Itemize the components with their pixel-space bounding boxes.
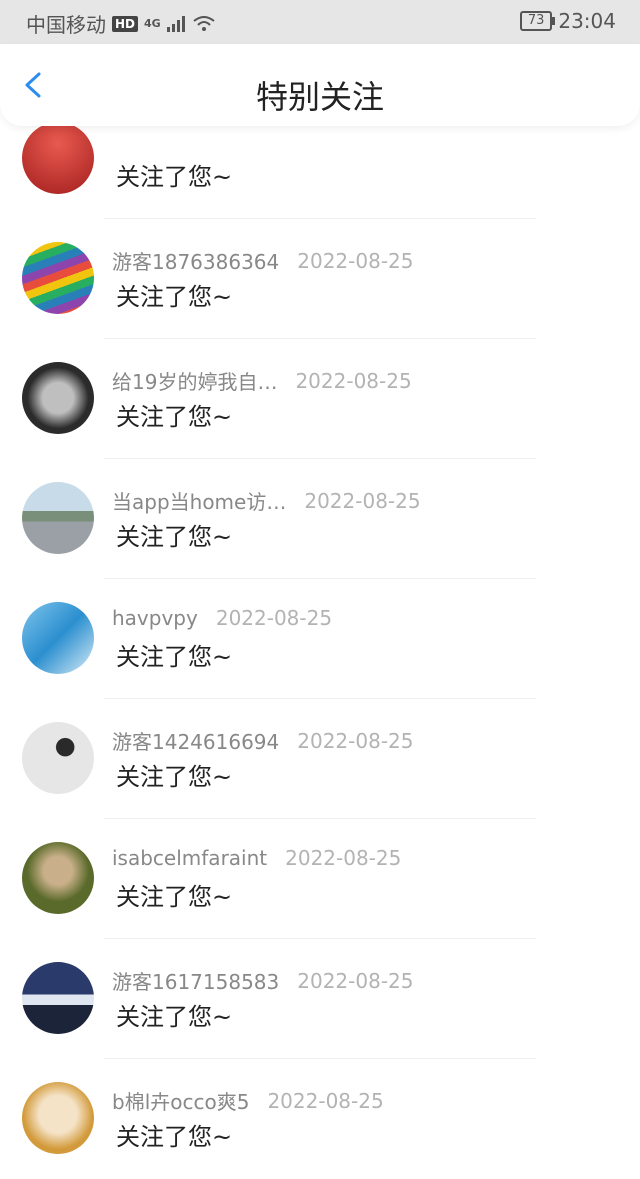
list-item[interactable]: 游客1424616694 2022-08-25 关注了您~ <box>0 699 640 819</box>
list-item[interactable]: 游客1876386364 2022-08-25 关注了您~ <box>0 219 640 339</box>
clock-label: 23:04 <box>558 9 616 33</box>
avatar[interactable] <box>22 242 94 314</box>
battery-icon: 73 <box>519 11 555 31</box>
date-label: 2022-08-25 <box>285 846 402 870</box>
status-bar: 中国移动 HD 4G 73 23:04 <box>0 0 640 44</box>
avatar[interactable] <box>22 962 94 1034</box>
message-text: 关注了您~ <box>116 403 233 431</box>
avatar[interactable] <box>22 722 94 794</box>
message-text: 关注了您~ <box>116 643 233 671</box>
username: 给19岁的婷我自… <box>112 370 278 394</box>
message-text: 关注了您~ <box>116 283 233 311</box>
date-label: 2022-08-25 <box>215 606 333 630</box>
list-item[interactable]: isabcelmfaraint 2022-08-25 关注了您~ <box>0 819 640 939</box>
username: havpvpy <box>112 606 198 630</box>
message-text: 关注了您~ <box>116 1003 233 1031</box>
list-item[interactable]: 当app当home访… 2022-08-25 关注了您~ <box>0 459 640 579</box>
date-label: 2022-08-25 <box>297 968 414 993</box>
message-text: 关注了您~ <box>116 163 233 191</box>
network-label: 4G <box>144 17 161 30</box>
status-left: 中国移动 HD 4G <box>26 9 215 38</box>
date-label: 2022-08-25 <box>304 488 421 513</box>
avatar[interactable] <box>22 122 94 194</box>
hd-badge: HD <box>112 15 139 32</box>
date-label: 2022-08-25 <box>297 248 414 273</box>
message-text: 关注了您~ <box>116 1123 233 1151</box>
username: b棉l卉occo爽5 <box>112 1090 250 1114</box>
item-meta: 游客1617158583 2022-08-25 <box>112 966 413 995</box>
item-meta: 游客1424616694 2022-08-25 <box>112 726 413 755</box>
username: 当app当home访… <box>112 490 287 514</box>
wifi-icon <box>193 15 215 31</box>
date-label: 2022-08-25 <box>295 368 412 393</box>
username: 游客1876386364 <box>112 250 280 274</box>
item-meta: 游客1876386364 2022-08-25 <box>112 246 413 275</box>
item-meta: b棉l卉occo爽5 2022-08-25 <box>112 1086 384 1115</box>
item-meta: isabcelmfaraint 2022-08-25 <box>112 846 401 870</box>
message-text: 关注了您~ <box>116 523 233 551</box>
date-label: 2022-08-25 <box>297 728 414 753</box>
list-item[interactable]: 游客1617158583 2022-08-25 关注了您~ <box>0 939 640 1059</box>
status-right: 73 23:04 <box>519 9 616 33</box>
item-meta: havpvpy 2022-08-25 <box>112 606 332 630</box>
follow-list: 关注了您~ 游客1876386364 2022-08-25 关注了您~ 给19岁… <box>0 99 640 1179</box>
list-item[interactable]: 给19岁的婷我自… 2022-08-25 关注了您~ <box>0 339 640 459</box>
item-meta: 当app当home访… 2022-08-25 <box>112 486 421 515</box>
signal-icon <box>166 15 185 32</box>
message-text: 关注了您~ <box>116 883 233 911</box>
carrier-label: 中国移动 <box>26 13 106 37</box>
avatar[interactable] <box>22 482 94 554</box>
page-title: 特别关注 <box>255 78 384 116</box>
message-text: 关注了您~ <box>116 763 233 791</box>
avatar[interactable] <box>22 602 94 674</box>
date-label: 2022-08-25 <box>267 1088 384 1113</box>
list-item[interactable]: b棉l卉occo爽5 2022-08-25 关注了您~ <box>0 1059 640 1179</box>
avatar[interactable] <box>22 362 94 434</box>
username: isabcelmfaraint <box>112 846 268 870</box>
username: 游客1617158583 <box>112 970 280 994</box>
avatar[interactable] <box>22 1082 94 1154</box>
item-meta: 给19岁的婷我自… 2022-08-25 <box>112 366 412 395</box>
nav-bar: 特别关注 <box>0 44 640 126</box>
avatar[interactable] <box>22 842 94 914</box>
username: 游客1424616694 <box>112 730 280 754</box>
list-item[interactable]: havpvpy 2022-08-25 关注了您~ <box>0 579 640 699</box>
